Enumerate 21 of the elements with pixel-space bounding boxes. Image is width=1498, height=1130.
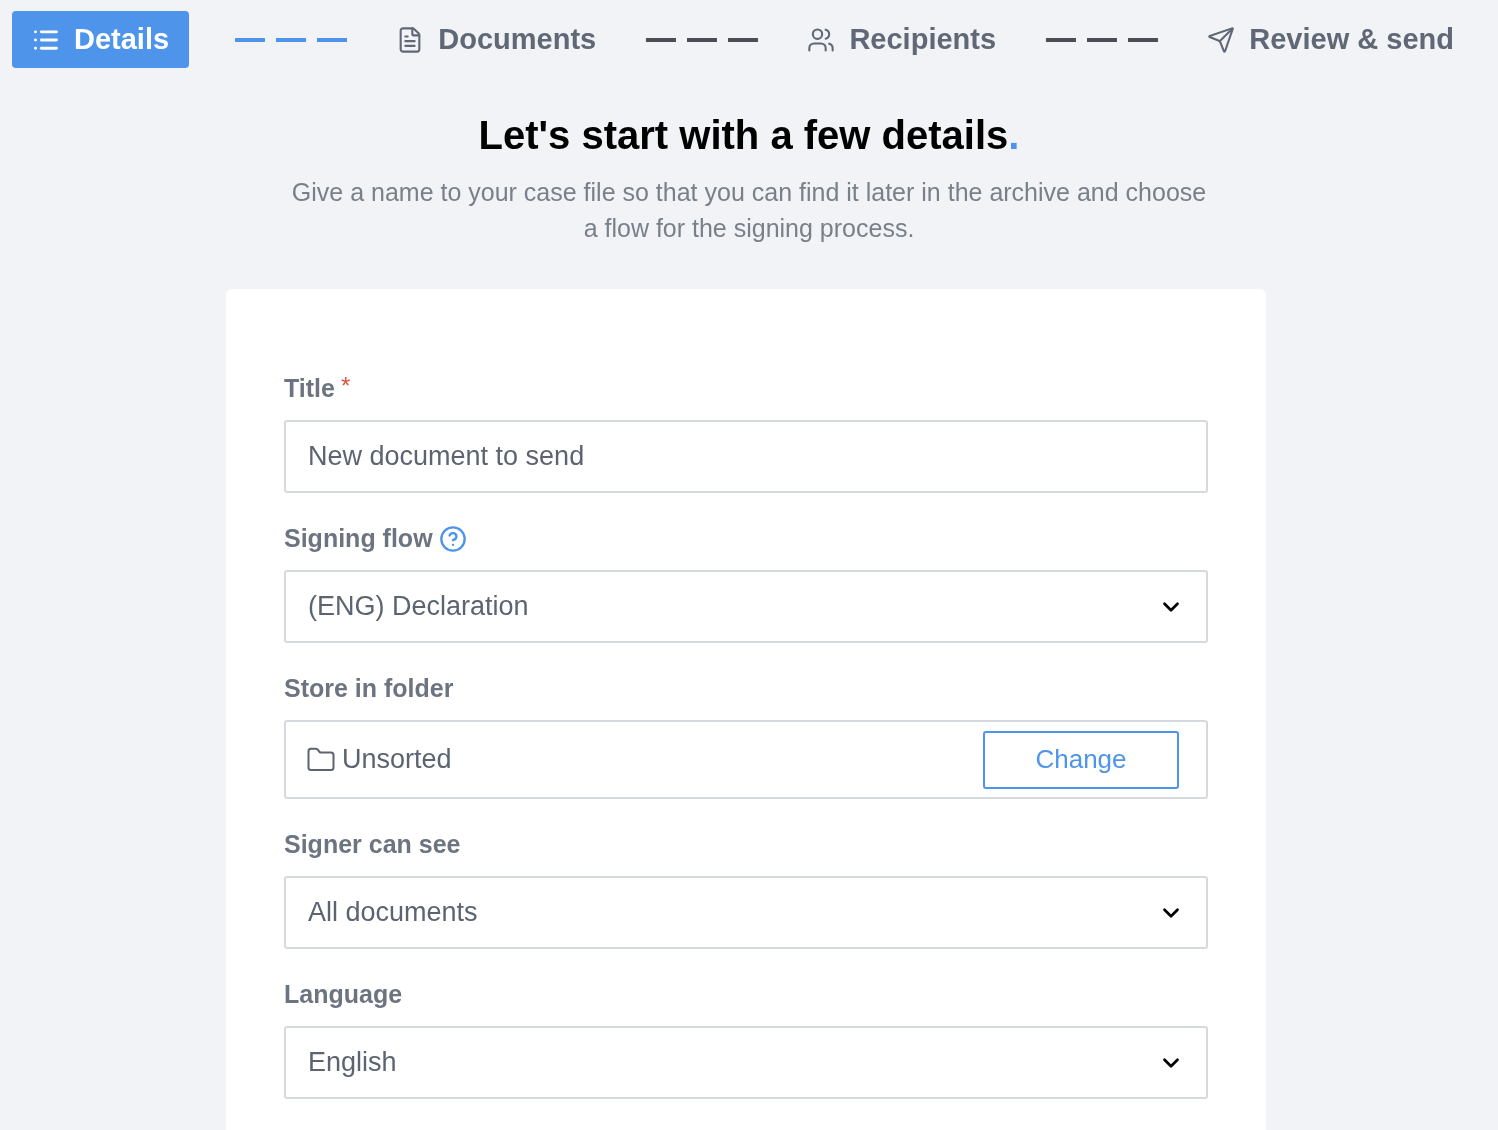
step-tab[interactable]: Recipients	[803, 11, 1001, 68]
help-icon[interactable]	[438, 525, 467, 553]
step-tab[interactable]: Details	[12, 11, 190, 68]
field-label: Signing flow	[284, 523, 433, 555]
people-icon	[807, 25, 836, 54]
field-label: Title	[284, 373, 335, 405]
title-field[interactable]: New document to send	[284, 420, 1208, 493]
step-tab[interactable]: Review & send	[1203, 11, 1458, 68]
select-field[interactable]: All documents	[284, 876, 1208, 949]
field-label: Store in folder	[284, 673, 454, 705]
required-mark: *	[340, 374, 351, 398]
select-field[interactable]: English	[284, 1026, 1208, 1099]
send-icon	[1207, 25, 1236, 54]
step-tab[interactable]: Documents	[392, 11, 601, 68]
change-button[interactable]: Change	[983, 730, 1179, 789]
page-heading: Let's start with a few details.	[477, 112, 1021, 159]
field-label: Language	[284, 979, 403, 1011]
select-field[interactable]: (ENG) Declaration	[284, 570, 1208, 643]
page-subtitle: Give a name to your case file so that you can find it later in the archive and choose a flow for the signing process.	[290, 177, 1208, 244]
field-label: Signer can see	[284, 829, 461, 861]
folder-name: Unsorted	[342, 743, 452, 777]
